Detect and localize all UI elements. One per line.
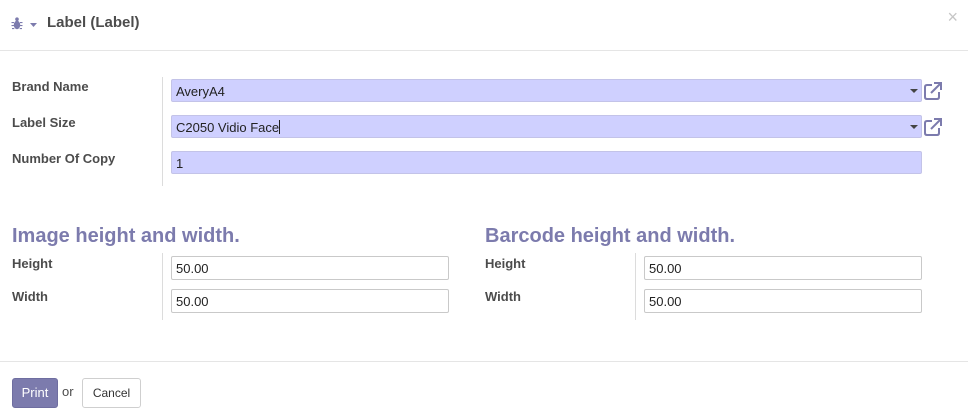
brand-name-select[interactable]: AveryA4	[171, 79, 922, 102]
caret-down-icon	[30, 23, 37, 27]
number-of-copy-label: Number Of Copy	[12, 151, 116, 166]
barcode-width-input[interactable]: 50.00	[644, 289, 922, 313]
image-height-label: Height	[12, 256, 53, 271]
barcode-width-value: 50.00	[649, 294, 682, 309]
chevron-down-icon	[910, 125, 918, 129]
barcode-height-value: 50.00	[649, 261, 682, 276]
cancel-button[interactable]: Cancel	[82, 378, 141, 408]
barcode-height-input[interactable]: 50.00	[644, 256, 922, 280]
field-separator	[162, 77, 163, 186]
or-text: or	[62, 384, 74, 399]
dialog-footer	[0, 361, 968, 417]
image-width-label: Width	[12, 289, 48, 304]
image-width-value: 50.00	[176, 294, 209, 309]
label-size-select[interactable]: C2050 Vidio Face	[171, 115, 922, 138]
label-size-label: Label Size	[12, 115, 76, 130]
barcode-section-heading: Barcode height and width.	[485, 225, 736, 247]
brand-name-value: AveryA4	[176, 84, 225, 99]
image-width-input[interactable]: 50.00	[171, 289, 449, 313]
print-button[interactable]: Print	[12, 378, 58, 408]
external-link-icon	[924, 82, 942, 100]
barcode-width-label: Width	[485, 289, 521, 304]
field-separator	[635, 253, 636, 320]
label-size-value: C2050 Vidio Face	[176, 120, 280, 135]
label-size-external-link[interactable]	[923, 117, 943, 137]
number-of-copy-value: 1	[176, 156, 184, 171]
brand-name-external-link[interactable]	[923, 81, 943, 101]
image-height-input[interactable]: 50.00	[171, 256, 449, 280]
bug-icon	[11, 17, 37, 30]
dialog-title: Label (Label)	[47, 14, 140, 31]
barcode-height-label: Height	[485, 256, 526, 271]
image-height-value: 50.00	[176, 261, 209, 276]
field-separator	[162, 253, 163, 320]
external-link-icon	[924, 118, 942, 136]
debug-menu-toggle[interactable]	[11, 14, 39, 32]
image-section-heading: Image height and width.	[12, 225, 240, 247]
dialog-header: Label (Label) ×	[0, 0, 968, 51]
brand-name-label: Brand Name	[12, 79, 89, 94]
chevron-down-icon	[910, 89, 918, 93]
text-cursor	[279, 120, 281, 134]
number-of-copy-input[interactable]: 1	[171, 151, 922, 174]
close-icon[interactable]: ×	[947, 8, 958, 26]
